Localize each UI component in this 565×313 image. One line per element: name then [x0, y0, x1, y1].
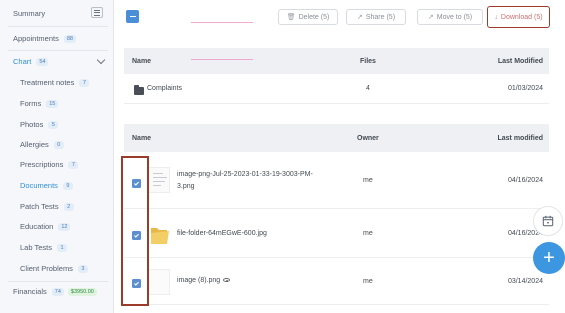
file-row[interactable]: image-png-Jul-25-2023-01-33-19-3003-PM- … — [124, 153, 549, 209]
file-row[interactable]: file-folder-64mEGwE-600.jpg me 04/16/202… — [124, 210, 549, 258]
sidebar-item-chart[interactable]: Chart 54 — [13, 57, 49, 66]
sidebar-item-appointments[interactable]: Appointments 88 — [13, 34, 76, 43]
sidebar-item-label: Education — [20, 222, 54, 231]
file-row[interactable]: image (8).png me 03/14/2024 — [124, 259, 549, 305]
sidebar-item-label: Appointments — [13, 34, 59, 43]
image-thumbnail — [148, 167, 170, 193]
count-badge: 3 — [77, 264, 88, 273]
delete-button[interactable]: 🗑 Delete (5) — [278, 9, 338, 25]
folder-name: Complaints — [147, 85, 183, 92]
owner: me — [363, 230, 373, 237]
sidebar-item-lab-tests[interactable]: Lab Tests 1 — [20, 243, 67, 252]
sidebar-item-documents[interactable]: Documents 9 — [20, 181, 73, 190]
row-checkbox[interactable] — [132, 179, 141, 188]
select-all-checkbox[interactable] — [126, 10, 139, 23]
owner: me — [363, 177, 373, 184]
main-panel: 🗑 Delete (5) ↗ Share (5) ↗ Move to (5) ↓… — [114, 0, 565, 313]
sidebar-item-label: Documents — [20, 181, 58, 190]
sidebar-item-treatment-notes[interactable]: Treatment notes 7 — [20, 78, 90, 87]
count-badge: 0 — [53, 140, 64, 149]
folders-table-header: Name Files Last Modified — [124, 48, 549, 74]
count-badge: 5 — [48, 120, 59, 129]
divider — [8, 26, 108, 27]
sidebar-item-label: Summary — [13, 9, 46, 18]
sidebar-item-education[interactable]: Education 12 — [20, 222, 71, 231]
calendar-icon — [542, 215, 554, 227]
sidebar-item-label: Lab Tests — [20, 243, 52, 252]
move-label: Move to (5) — [436, 13, 473, 21]
download-label: Download (5) — [500, 13, 543, 21]
move-icon: ↗ — [427, 14, 434, 21]
file-name: image (8).png — [177, 277, 221, 284]
count-badge: 88 — [63, 34, 76, 43]
sidebar-item-label: Financials — [13, 287, 47, 296]
row-checkbox[interactable] — [132, 231, 141, 240]
folder-image-thumbnail — [148, 222, 170, 248]
download-button[interactable]: ↓ Download (5) — [487, 6, 550, 28]
count-badge: 7 — [79, 78, 90, 87]
folder-icon — [134, 85, 144, 95]
add-button[interactable]: + — [533, 242, 565, 274]
sidebar-item-client-problems[interactable]: Client Problems 3 — [20, 264, 88, 273]
column-header-name: Name — [132, 57, 152, 65]
share-label: Share (5) — [365, 13, 396, 21]
sidebar-item-label: Client Problems — [20, 264, 73, 273]
count-badge: 54 — [36, 57, 49, 66]
eye-icon[interactable] — [223, 278, 231, 283]
sidebar-item-forms[interactable]: Forms 15 — [20, 99, 59, 108]
file-name-with-preview: image (8).png — [177, 277, 231, 284]
sidebar-item-financials[interactable]: Financials 74 $3950.00 — [13, 287, 97, 296]
sidebar-item-label: Chart — [13, 57, 32, 66]
image-thumbnail — [148, 269, 170, 295]
column-header-last-modified: Last Modified — [497, 57, 543, 65]
count-badge: 2 — [63, 202, 74, 211]
share-button[interactable]: ↗ Share (5) — [346, 9, 406, 25]
count-badge: 7 — [68, 160, 79, 169]
count-badge: 74 — [51, 287, 64, 296]
count-badge: 15 — [46, 99, 59, 108]
filter-toggle-icon[interactable] — [91, 7, 103, 18]
sidebar-item-allergies[interactable]: Allergies 0 — [20, 140, 64, 149]
folder-row[interactable]: Complaints 4 01/03/2024 — [124, 74, 549, 104]
file-name-line: image-png-Jul-25-2023-01-33-19-3003-PM- — [177, 171, 313, 178]
files-table-header: Name Owner Last modified — [124, 124, 549, 152]
column-header-last-modified: Last modified — [497, 134, 543, 142]
chevron-down-icon[interactable] — [96, 55, 106, 65]
file-name-line: 3.png — [177, 183, 195, 190]
sidebar-item-label: Treatment notes — [20, 78, 75, 87]
sidebar-item-label: Prescriptions — [20, 160, 64, 169]
download-icon: ↓ — [494, 13, 498, 21]
count-badge: 12 — [58, 222, 71, 231]
column-header-files: Files — [360, 57, 376, 65]
sidebar-item-label: Photos — [20, 120, 44, 129]
sidebar-item-summary[interactable]: Summary — [13, 9, 45, 18]
count-badge: 1 — [56, 243, 67, 252]
file-count: 4 — [366, 85, 370, 92]
sidebar-item-patch-tests[interactable]: Patch Tests 2 — [20, 202, 74, 211]
divider — [8, 281, 108, 282]
file-name: file-folder-64mEGwE-600.jpg — [177, 230, 267, 237]
last-modified: 01/03/2024 — [507, 85, 543, 92]
sidebar-item-label: Forms — [20, 99, 42, 108]
sidebar-item-photos[interactable]: Photos 5 — [20, 120, 59, 129]
column-header-owner: Owner — [357, 134, 379, 142]
last-modified: 04/16/2024 — [507, 177, 543, 184]
sidebar-item-label: Patch Tests — [20, 202, 59, 211]
sidebar-item-label: Allergies — [20, 140, 49, 149]
count-badge: 9 — [62, 181, 73, 190]
move-to-button[interactable]: ↗ Move to (5) — [417, 9, 483, 25]
last-modified: 03/14/2024 — [507, 278, 543, 285]
delete-label: Delete (5) — [298, 13, 330, 21]
plus-icon: + — [543, 247, 555, 269]
share-icon: ↗ — [356, 14, 363, 21]
column-header-name: Name — [132, 134, 152, 142]
row-checkbox[interactable] — [132, 279, 141, 288]
balance-badge: $3950.00 — [67, 287, 97, 296]
owner: me — [363, 278, 373, 285]
sidebar-item-prescriptions[interactable]: Prescriptions 7 — [20, 160, 79, 169]
divider — [8, 50, 108, 51]
calendar-button[interactable] — [533, 206, 563, 236]
trash-icon: 🗑 — [286, 14, 296, 21]
sidebar: Summary Appointments 88 Chart 54 Treatme… — [0, 0, 114, 313]
